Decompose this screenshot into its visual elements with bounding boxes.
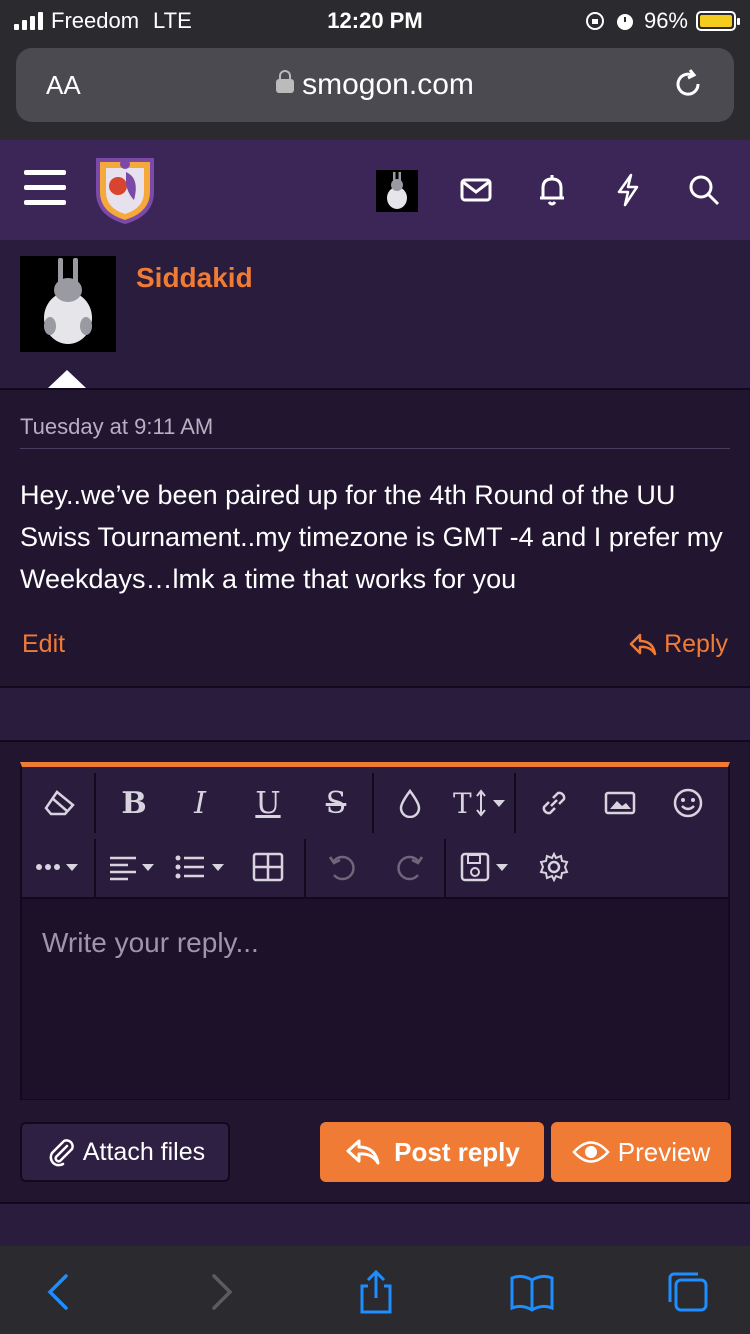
post-date[interactable]: Tuesday at 9:11 AM — [20, 414, 213, 440]
edit-link[interactable]: Edit — [22, 630, 65, 659]
user-avatar[interactable] — [376, 170, 418, 212]
author-avatar[interactable] — [20, 256, 116, 352]
lock-icon — [276, 70, 295, 94]
toolbar-separator — [444, 839, 446, 899]
toolbar-separator — [94, 839, 96, 899]
save-draft-icon[interactable] — [460, 847, 518, 887]
url-text: smogon.com — [302, 68, 474, 101]
site-header — [0, 140, 750, 240]
site-logo[interactable] — [94, 154, 156, 224]
strikethrough-icon[interactable]: S — [316, 783, 356, 823]
font-size-icon[interactable]: T — [452, 783, 512, 823]
battery-icon — [696, 11, 740, 31]
undo-icon[interactable] — [322, 847, 362, 887]
attach-files-button[interactable]: Attach files — [20, 1122, 230, 1182]
tabs-icon[interactable] — [664, 1268, 712, 1316]
bookmarks-icon[interactable] — [508, 1268, 556, 1316]
post-pointer — [48, 370, 86, 388]
table-icon[interactable] — [248, 847, 288, 887]
lightning-icon[interactable] — [610, 172, 646, 208]
eye-icon — [572, 1141, 610, 1163]
quick-reply: B I U S T Write your reply... Attach fil… — [0, 742, 750, 1202]
list-icon[interactable] — [174, 847, 230, 887]
paperclip-icon — [49, 1139, 74, 1167]
toolbar-separator — [94, 773, 96, 833]
page-footer-strip — [0, 1202, 750, 1246]
share-icon[interactable] — [352, 1268, 400, 1316]
bell-icon[interactable] — [534, 172, 570, 208]
post-body: Tuesday at 9:11 AM Hey..we’ve been paire… — [0, 388, 750, 686]
inbox-icon[interactable] — [458, 172, 494, 208]
author-username[interactable]: Siddakid — [136, 262, 253, 294]
toolbar-separator — [372, 773, 374, 833]
more-icon[interactable] — [34, 847, 86, 887]
url-display[interactable]: smogon.com — [16, 68, 734, 102]
toolbar-separator — [304, 839, 306, 899]
attach-files-label: Attach files — [82, 1137, 206, 1166]
forward-icon[interactable] — [196, 1268, 244, 1316]
editor-toolbar: B I U S T — [22, 767, 728, 899]
italic-icon[interactable]: I — [180, 783, 220, 823]
image-icon[interactable] — [600, 783, 640, 823]
align-icon[interactable] — [108, 847, 162, 887]
rotation-lock-icon — [585, 12, 604, 30]
eraser-icon[interactable] — [40, 783, 80, 823]
link-icon[interactable] — [534, 783, 574, 823]
underline-icon[interactable]: U — [248, 783, 288, 823]
reload-icon[interactable] — [670, 66, 706, 102]
color-drop-icon[interactable] — [390, 783, 430, 823]
redo-icon[interactable] — [390, 847, 430, 887]
preview-label: Preview — [617, 1136, 711, 1167]
section-separator — [0, 686, 750, 742]
reply-label: Reply — [664, 630, 728, 658]
battery-percent: 96% — [643, 8, 688, 33]
reply-placeholder: Write your reply... — [42, 927, 259, 958]
preview-button[interactable]: Preview — [551, 1122, 731, 1182]
reply-textarea[interactable]: Write your reply... — [22, 899, 728, 1099]
post-reply-button[interactable]: Post reply — [320, 1122, 544, 1182]
smiley-icon[interactable] — [668, 783, 708, 823]
svg-text:T: T — [453, 788, 472, 818]
search-icon[interactable] — [686, 172, 722, 208]
post-author-block: Siddakid — [0, 240, 750, 388]
browser-toolbar: AA smogon.com — [0, 42, 750, 140]
settings-icon[interactable] — [534, 847, 574, 887]
reply-link[interactable]: Reply — [628, 630, 728, 659]
divider — [20, 448, 730, 449]
alarm-icon — [616, 14, 633, 30]
status-right: 96% — [584, 8, 740, 34]
post-reply-label: Post reply — [394, 1136, 520, 1167]
rich-text-editor: B I U S T Write your reply... — [20, 762, 730, 1100]
menu-icon[interactable] — [24, 170, 66, 208]
status-bar: Freedom LTE 12:20 PM 96% — [0, 0, 750, 42]
reply-icon — [346, 1139, 380, 1165]
reply-icon — [629, 633, 657, 655]
back-icon[interactable] — [36, 1268, 84, 1316]
toolbar-separator — [514, 773, 516, 833]
post-message: Hey..we’ve been paired up for the 4th Ro… — [20, 480, 723, 594]
browser-bottom-bar — [0, 1246, 750, 1334]
address-bar[interactable]: AA smogon.com — [16, 48, 734, 122]
bold-icon[interactable]: B — [114, 783, 154, 823]
